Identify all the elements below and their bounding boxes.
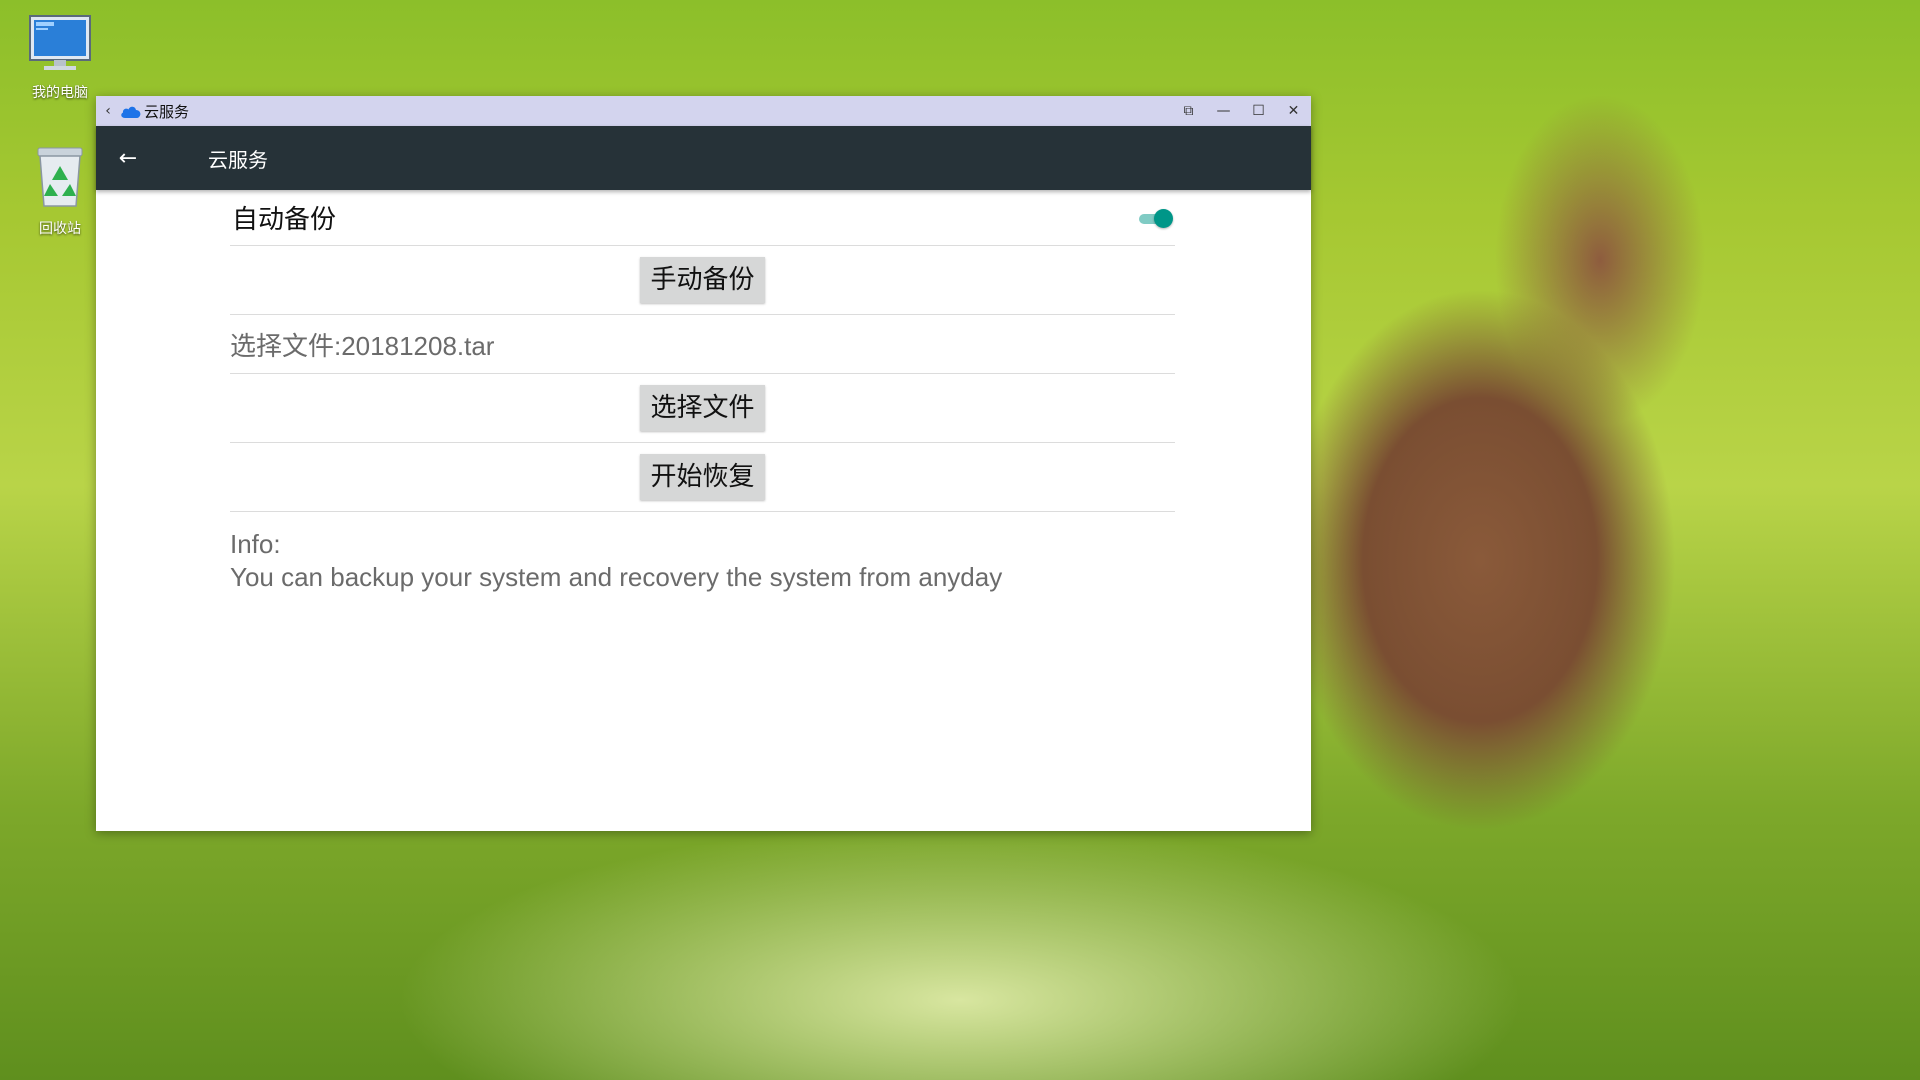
- cloud-icon: [121, 106, 141, 118]
- selected-file-row: 选择文件:20181208.tar: [230, 315, 1175, 374]
- maximize-button[interactable]: ☐: [1241, 103, 1276, 119]
- recycle-bin-icon: [37, 147, 83, 207]
- manual-backup-button[interactable]: 手动备份: [640, 257, 765, 303]
- selected-file-text: 选择文件:20181208.tar: [230, 330, 495, 361]
- select-file-button[interactable]: 选择文件: [640, 385, 765, 431]
- pin-window-icon[interactable]: ⧉: [1171, 103, 1206, 119]
- back-arrow-icon[interactable]: ←: [96, 146, 160, 171]
- app-window: ‹ 云服务 ⧉ — ☐ ✕ ← 云服务 自动备份 手动备份 选择文件:20181…: [96, 96, 1311, 831]
- window-titlebar[interactable]: ‹ 云服务 ⧉ — ☐ ✕: [96, 96, 1311, 126]
- desktop-icon-label: 回收站: [39, 221, 81, 237]
- computer-icon: [29, 15, 91, 70]
- toggle-thumb: [1154, 208, 1173, 228]
- start-restore-row: 开始恢复: [230, 443, 1175, 512]
- info-text: You can backup your system and recovery …: [230, 562, 1003, 592]
- settings-content: 自动备份 手动备份 选择文件:20181208.tar 选择文件 开始恢复 In…: [230, 190, 1175, 594]
- desktop-icon-recycle-bin[interactable]: 回收站: [12, 144, 108, 238]
- titlebar-back-icon[interactable]: ‹: [96, 103, 120, 119]
- app-toolbar: ← 云服务: [96, 126, 1311, 190]
- desktop-icon-my-computer[interactable]: 我的电脑: [12, 14, 108, 102]
- auto-backup-toggle[interactable]: [1137, 207, 1173, 229]
- auto-backup-row: 自动备份: [230, 190, 1175, 246]
- desktop-icon-label: 我的电脑: [32, 85, 88, 101]
- info-title: Info:: [230, 529, 281, 559]
- auto-backup-label: 自动备份: [232, 205, 337, 235]
- page-title: 云服务: [208, 147, 268, 172]
- start-restore-button[interactable]: 开始恢复: [640, 454, 765, 500]
- select-file-row: 选择文件: [230, 374, 1175, 443]
- minimize-button[interactable]: —: [1206, 103, 1241, 119]
- window-title: 云服务: [144, 102, 190, 121]
- manual-backup-row: 手动备份: [230, 246, 1175, 315]
- info-section: Info: You can backup your system and rec…: [230, 528, 1175, 594]
- close-button[interactable]: ✕: [1276, 103, 1311, 119]
